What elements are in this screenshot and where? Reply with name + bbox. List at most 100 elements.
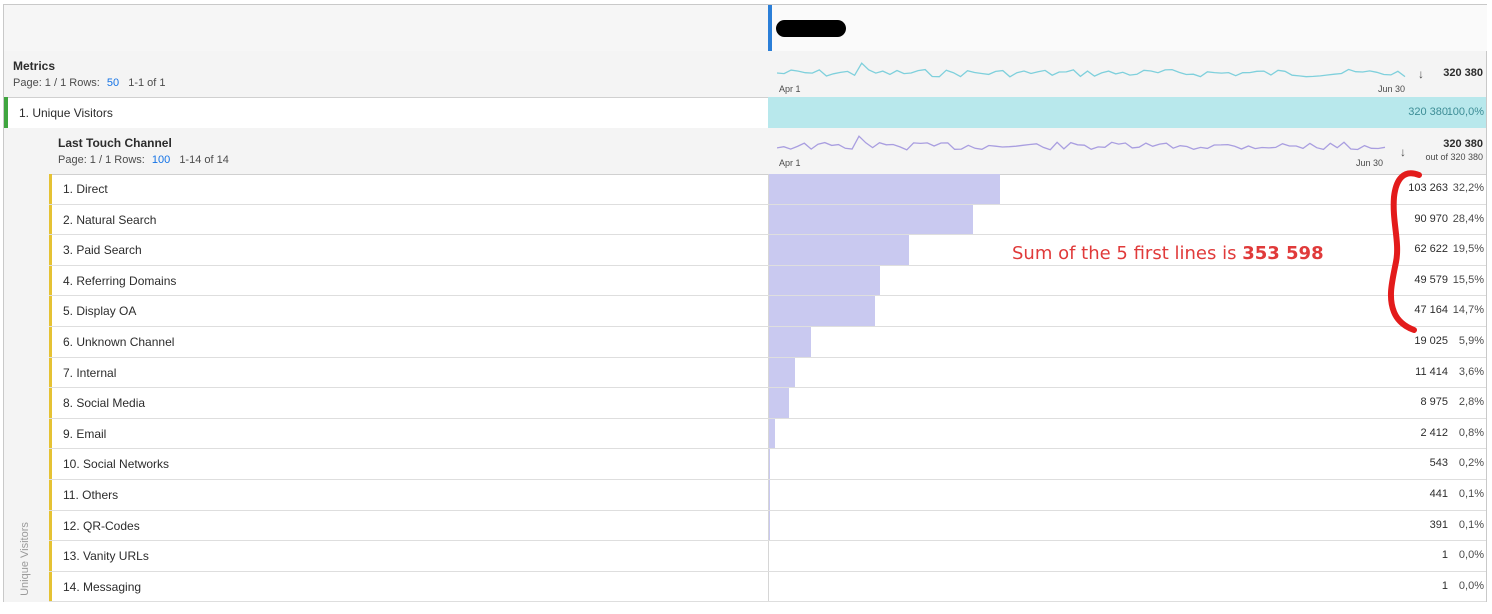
table-row[interactable]: 7. Internal 11 414 3,6% bbox=[49, 357, 1486, 389]
metric-row-unique-visitors[interactable]: 1. Unique Visitors 320 380 100,0% bbox=[4, 97, 1486, 129]
row-label: 1. Direct bbox=[63, 182, 108, 196]
row-label: 7. Internal bbox=[63, 365, 117, 380]
metrics-pagination: Page: 1 / 1 Rows: 50 1-1 of 1 bbox=[13, 77, 166, 89]
sparkline-start-label: Apr 1 bbox=[779, 158, 801, 168]
row-color-marker bbox=[49, 265, 52, 296]
row-value: 391 bbox=[1429, 518, 1448, 531]
row-percent: 32,2% bbox=[1452, 182, 1484, 194]
row-color-marker bbox=[49, 388, 52, 418]
row-label: 3. Paid Search bbox=[63, 243, 142, 258]
row-value: 543 bbox=[1429, 457, 1448, 470]
row-percent: 19,5% bbox=[1452, 243, 1484, 256]
breakdown-header: Last Touch Channel Page: 1 / 1 Rows: 100… bbox=[49, 128, 1486, 175]
row-value: 441 bbox=[1429, 487, 1448, 500]
row-color-marker bbox=[49, 296, 52, 326]
breakdown-total: 320 380 bbox=[1443, 138, 1483, 150]
row-label: 6. Unknown Channel bbox=[63, 334, 175, 349]
rows-per-page-select[interactable]: 100 bbox=[152, 154, 170, 166]
table-row[interactable]: 2. Natural Search 90 970 28,4% bbox=[49, 204, 1486, 236]
breakdown-pagination: Page: 1 / 1 Rows: 100 1-14 of 14 bbox=[58, 154, 229, 166]
rows-per-page-select[interactable]: 50 bbox=[107, 77, 119, 89]
row-bar bbox=[769, 326, 812, 357]
redacted-column-title bbox=[776, 20, 846, 37]
row-label: 9. Email bbox=[63, 426, 107, 441]
row-label: 5. Display OA bbox=[63, 304, 137, 319]
arrow-down-icon[interactable]: ↓ bbox=[1418, 67, 1424, 81]
column-header-cell[interactable] bbox=[768, 5, 1487, 51]
breakdown-side-strip: Unique Visitors bbox=[4, 128, 50, 602]
sparkline-end-label: Jun 30 bbox=[1378, 84, 1406, 94]
row-bar-cell bbox=[768, 510, 1487, 541]
table-row[interactable]: 5. Display OA 47 164 14,7% bbox=[49, 296, 1486, 327]
row-bar bbox=[769, 510, 770, 541]
breakdown-title: Last Touch Channel bbox=[58, 136, 172, 150]
row-bar bbox=[769, 418, 775, 449]
row-range: 1-14 of 14 bbox=[179, 154, 229, 166]
row-value: 2 412 bbox=[1420, 426, 1448, 439]
row-label: 4. Referring Domains bbox=[63, 273, 177, 288]
table-row[interactable]: 11. Others 441 0,1% bbox=[49, 479, 1486, 511]
row-bar-cell bbox=[768, 541, 1487, 571]
page-label: Page: 1 / 1 Rows: bbox=[58, 154, 145, 166]
row-color-marker bbox=[49, 479, 52, 510]
breakdown-rows: 1. Direct 103 263 32,2% 2. Natural Search 90… bbox=[49, 174, 1487, 603]
metric-label: 1. Unique Visitors bbox=[19, 106, 113, 120]
table-row[interactable]: 13. Vanity URLs 1 0,0% bbox=[49, 541, 1486, 572]
row-percent: 3,6% bbox=[1458, 365, 1484, 378]
metrics-total: 320 380 bbox=[1443, 67, 1483, 79]
row-label: 13. Vanity URLs bbox=[63, 549, 149, 564]
annotation-highlight: 353 598 bbox=[1242, 243, 1324, 264]
row-bar bbox=[769, 204, 973, 235]
row-percent: 14,7% bbox=[1452, 304, 1484, 317]
row-color-marker bbox=[49, 571, 52, 602]
row-color-marker bbox=[49, 418, 52, 449]
row-value: 8 975 bbox=[1420, 396, 1448, 409]
table-row[interactable]: 4. Referring Domains 49 579 15,5% bbox=[49, 265, 1486, 297]
row-bar bbox=[769, 388, 790, 418]
row-percent: 5,9% bbox=[1458, 334, 1484, 347]
table-row[interactable]: 1. Direct 103 263 32,2% bbox=[49, 174, 1486, 205]
arrow-down-icon[interactable]: ↓ bbox=[1400, 145, 1406, 159]
table-row[interactable]: 10. Social Networks 543 0,2% bbox=[49, 449, 1486, 480]
row-bar bbox=[769, 265, 881, 296]
annotation-text: Sum of the 5 first lines is 353 598 bbox=[1012, 243, 1324, 264]
row-percent: 2,8% bbox=[1458, 396, 1484, 409]
row-color-marker bbox=[49, 326, 52, 357]
row-bar bbox=[769, 479, 770, 510]
row-percent: 0,8% bbox=[1458, 426, 1484, 439]
metric-value: 320 380 bbox=[1408, 106, 1448, 118]
metric-color-marker bbox=[4, 97, 8, 128]
table-row[interactable]: 6. Unknown Channel 19 025 5,9% bbox=[49, 326, 1486, 358]
table-row[interactable]: 12. QR-Codes 391 0,1% bbox=[49, 510, 1487, 542]
sparkline-start-label: Apr 1 bbox=[779, 84, 801, 94]
row-value: 11 414 bbox=[1415, 365, 1448, 378]
metrics-panel: Metrics Page: 1 / 1 Rows: 50 1-1 of 1 Ap… bbox=[4, 51, 1486, 98]
breakdown-out-of: out of 320 380 bbox=[1425, 152, 1483, 162]
row-bar-cell bbox=[768, 571, 1487, 602]
row-bar-cell bbox=[768, 388, 1487, 418]
table-row[interactable]: 8. Social Media 8 975 2,8% bbox=[49, 388, 1486, 419]
row-label: 8. Social Media bbox=[63, 396, 146, 411]
freeform-table: Metrics Page: 1 / 1 Rows: 50 1-1 of 1 Ap… bbox=[3, 4, 1487, 603]
row-percent: 28,4% bbox=[1452, 212, 1484, 225]
metrics-sparkline bbox=[777, 62, 1406, 78]
row-color-marker bbox=[49, 174, 52, 204]
row-value: 1 bbox=[1441, 579, 1448, 592]
row-percent: 0,2% bbox=[1458, 457, 1484, 470]
row-percent: 15,5% bbox=[1452, 273, 1484, 286]
row-color-marker bbox=[49, 204, 52, 235]
row-color-marker bbox=[49, 449, 52, 479]
row-bar bbox=[769, 296, 875, 326]
row-percent: 0,1% bbox=[1458, 487, 1484, 500]
table-row[interactable]: 9. Email 2 412 0,8% bbox=[49, 418, 1486, 450]
table-row[interactable]: 14. Messaging 1 0,0% bbox=[49, 571, 1487, 603]
page-label: Page: 1 / 1 Rows: bbox=[13, 77, 100, 89]
row-bar bbox=[769, 235, 909, 265]
column-resize-handle[interactable] bbox=[768, 5, 772, 51]
table-header bbox=[4, 5, 1487, 52]
row-label: 10. Social Networks bbox=[63, 457, 170, 472]
row-label: 2. Natural Search bbox=[63, 212, 157, 227]
metric-bar bbox=[768, 97, 1486, 128]
metrics-title: Metrics bbox=[13, 59, 56, 73]
red-bracket-drawing bbox=[1387, 170, 1422, 333]
